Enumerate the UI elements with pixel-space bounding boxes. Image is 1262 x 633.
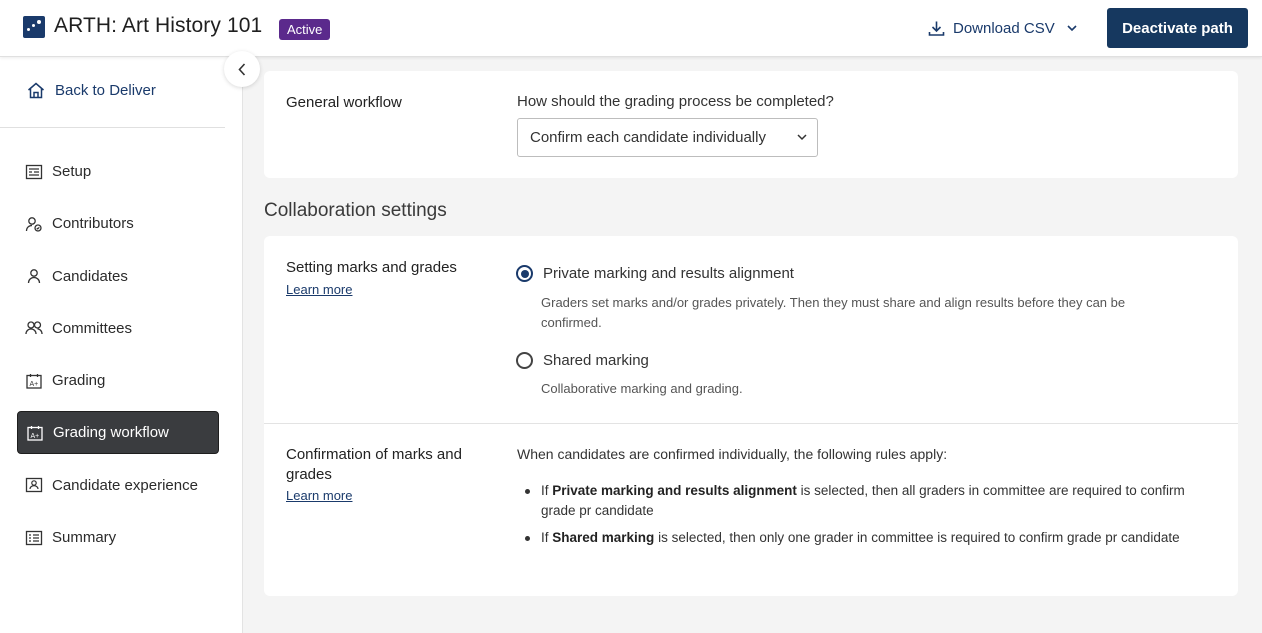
sidebar-item-label: Setup bbox=[52, 163, 92, 180]
learn-more-link[interactable]: Learn more bbox=[286, 488, 352, 503]
sidebar-item-label: Grading workflow bbox=[53, 424, 169, 442]
top-header: ARTH: Art History 101 Active Download CS… bbox=[0, 0, 1262, 57]
shared-marking-description: Collaborative marking and grading. bbox=[541, 381, 743, 396]
private-marking-radio[interactable]: Private marking and results alignment bbox=[516, 265, 794, 282]
home-icon bbox=[28, 82, 44, 99]
sidebar-item-candidate-experience[interactable]: Candidate experience bbox=[17, 464, 219, 507]
download-csv-label: Download CSV bbox=[953, 19, 1055, 37]
back-label: Back to Deliver bbox=[55, 82, 156, 99]
shared-marking-radio[interactable]: Shared marking bbox=[516, 352, 649, 369]
rule-item: If Private marking and results alignment… bbox=[517, 481, 1197, 521]
sidebar-item-contributors[interactable]: Contributors bbox=[17, 202, 219, 245]
group-icon bbox=[25, 321, 43, 335]
sidebar-item-summary[interactable]: Summary bbox=[17, 516, 219, 559]
chevron-down-icon bbox=[1067, 24, 1077, 31]
confirmation-label: Confirmation of marks and grades bbox=[286, 446, 462, 483]
status-badge: Active bbox=[279, 19, 331, 40]
sidebar-item-label: Committees bbox=[52, 319, 133, 337]
chevron-down-icon bbox=[797, 134, 807, 141]
sidebar-item-label: Candidate experience bbox=[52, 476, 198, 494]
back-to-deliver-link[interactable]: Back to Deliver bbox=[27, 82, 156, 99]
collapse-sidebar-button[interactable] bbox=[224, 51, 260, 87]
contributors-icon bbox=[25, 216, 42, 232]
sidebar-item-grading-workflow[interactable]: A+ Grading workflow bbox=[17, 411, 219, 455]
card-divider bbox=[264, 423, 1238, 424]
grading-process-select[interactable]: Confirm each candidate individually bbox=[517, 118, 818, 157]
setup-icon bbox=[25, 164, 43, 179]
person-icon bbox=[27, 269, 41, 284]
general-workflow-label: General workflow bbox=[286, 94, 402, 111]
rule-item: If Shared marking is selected, then only… bbox=[517, 528, 1197, 548]
app-logo bbox=[23, 16, 45, 38]
radio-selected-icon bbox=[516, 265, 533, 282]
general-workflow-card: General workflow How should the grading … bbox=[264, 71, 1238, 178]
learn-more-link[interactable]: Learn more bbox=[286, 282, 352, 297]
page-title: ARTH: Art History 101 bbox=[54, 14, 263, 37]
grading-process-question: How should the grading process be comple… bbox=[517, 93, 834, 110]
collaboration-card: Setting marks and grades Learn more Priv… bbox=[264, 236, 1238, 596]
sidebar-item-label: Candidates bbox=[52, 267, 128, 285]
sidebar-item-setup[interactable]: Setup bbox=[17, 150, 219, 193]
download-icon bbox=[928, 21, 945, 36]
sidebar-item-committees[interactable]: Committees bbox=[17, 307, 219, 350]
sidebar-nav: Setup Contributors Candidates Committees… bbox=[17, 150, 219, 568]
grading-process-value: Confirm each candidate individually bbox=[530, 129, 766, 146]
setting-marks-label: Setting marks and grades bbox=[286, 259, 457, 276]
download-csv-button[interactable]: Download CSV bbox=[928, 16, 1085, 40]
grading-icon: A+ bbox=[26, 373, 42, 389]
sidebar-item-label: Contributors bbox=[52, 215, 134, 233]
summary-icon bbox=[25, 530, 43, 545]
shared-marking-label: Shared marking bbox=[543, 352, 649, 369]
rules-intro: When candidates are confirmed individual… bbox=[517, 446, 948, 462]
rules-list: If Private marking and results alignment… bbox=[517, 481, 1197, 555]
candidate-experience-icon bbox=[25, 478, 43, 493]
svg-text:A+: A+ bbox=[31, 433, 40, 440]
svg-text:A+: A+ bbox=[30, 381, 39, 388]
chevron-left-icon bbox=[238, 62, 246, 76]
collaboration-settings-title: Collaboration settings bbox=[264, 200, 447, 221]
sidebar-item-grading[interactable]: A+ Grading bbox=[17, 359, 219, 402]
private-marking-description: Graders set marks and/or grades privatel… bbox=[541, 295, 1126, 330]
sidebar-item-label: Summary bbox=[52, 529, 117, 547]
sidebar-item-candidates[interactable]: Candidates bbox=[17, 255, 219, 298]
sidebar: Back to Deliver Setup Contributors Candi… bbox=[0, 57, 243, 633]
private-marking-label: Private marking and results alignment bbox=[543, 265, 794, 282]
sidebar-divider bbox=[0, 127, 225, 128]
deactivate-path-button[interactable]: Deactivate path bbox=[1107, 8, 1248, 48]
radio-unselected-icon bbox=[516, 352, 533, 369]
sidebar-item-label: Grading bbox=[52, 372, 106, 390]
grading-workflow-icon: A+ bbox=[27, 425, 43, 441]
